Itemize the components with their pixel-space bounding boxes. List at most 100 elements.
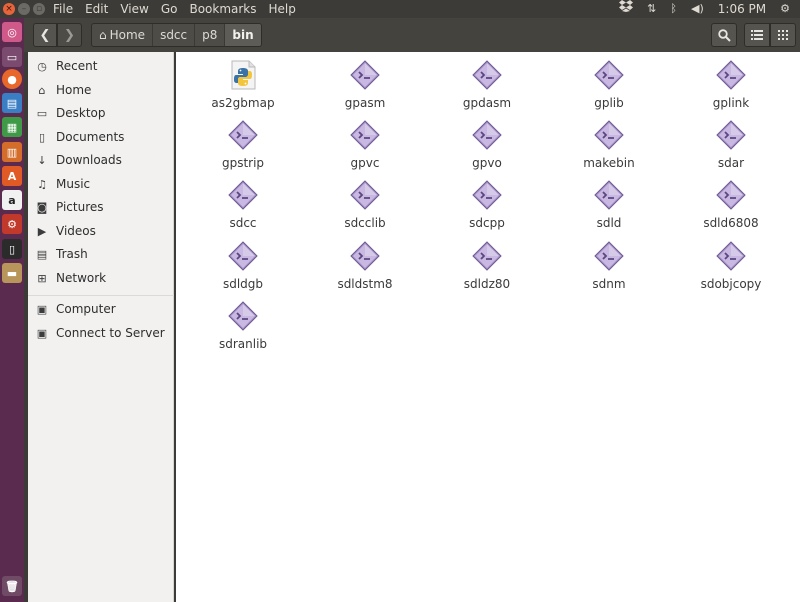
file-item[interactable]: sdld6808 [681, 172, 781, 230]
disk-icon[interactable]: ▬ [2, 263, 22, 283]
impress-icon[interactable]: ▥ [2, 142, 22, 162]
trash-icon: ▤ [36, 247, 48, 261]
sidebar-item-videos[interactable]: ▶ Videos [28, 220, 174, 242]
maximize-window-button[interactable]: ▫ [33, 3, 45, 15]
dropbox-icon[interactable] [619, 0, 634, 18]
breadcrumb-label: Home [109, 28, 146, 42]
breadcrumb-sdcc[interactable]: sdcc [153, 24, 196, 46]
file-item[interactable]: as2gbmap [193, 52, 293, 110]
file-item[interactable]: sdobjcopy [681, 233, 781, 291]
sidebar-item-computer[interactable]: ▣ Computer [28, 298, 174, 320]
executable-icon [715, 179, 747, 211]
sidebar-item-pictures[interactable]: ◙ Pictures [28, 196, 174, 218]
file-item[interactable]: gplib [559, 52, 659, 110]
executable-icon [227, 300, 259, 332]
file-item[interactable]: gpvc [315, 112, 415, 170]
file-item[interactable]: gpdasm [437, 52, 537, 110]
writer-icon[interactable]: ▤ [2, 93, 22, 113]
bluetooth-icon[interactable]: ᛒ [670, 0, 677, 18]
document-icon: ▯ [38, 130, 46, 144]
executable-icon [715, 240, 747, 272]
sidebar-item-downloads[interactable]: ↓ Downloads [28, 149, 174, 171]
sidebar-item-label: Pictures [56, 200, 104, 214]
sidebar-item-recent[interactable]: ◷ Recent [28, 55, 174, 77]
breadcrumb-home[interactable]: ⌂ Home [92, 24, 154, 46]
file-name: as2gbmap [211, 96, 275, 110]
menu-view[interactable]: View [120, 1, 148, 17]
search-icon [717, 28, 731, 42]
dash-icon[interactable]: ◎ [2, 22, 22, 42]
sidebar-item-network[interactable]: ⊞ Network [28, 267, 174, 289]
file-item[interactable]: sdldz80 [437, 233, 537, 291]
top-panel: × – ▫ File Edit View Go Bookmarks Help ⇅… [0, 0, 800, 18]
menu-edit[interactable]: Edit [85, 1, 108, 17]
file-item[interactable]: sdldgb [193, 233, 293, 291]
sidebar-item-documents[interactable]: ▯ Documents [28, 126, 174, 148]
files-icon[interactable]: ▭ [2, 47, 22, 67]
launcher: ◎ ▭ ● ▤ ▦ ▥ A a ⚙ ▯ ▬ 🗑 [0, 18, 24, 602]
breadcrumb-label: p8 [202, 28, 218, 42]
network-transfer-icon[interactable]: ⇅ [647, 0, 656, 18]
menu-file[interactable]: File [53, 1, 73, 17]
file-item[interactable]: sdnm [559, 233, 659, 291]
sidebar-item-music[interactable]: ♫ Music [28, 173, 174, 195]
menu-help[interactable]: Help [269, 1, 296, 17]
executable-icon [227, 179, 259, 211]
sidebar-item-label: Recent [56, 59, 98, 73]
list-view-button[interactable] [744, 23, 770, 47]
file-item[interactable]: sdcc [193, 172, 293, 230]
sidebar-item-trash[interactable]: ▤ Trash [28, 243, 174, 265]
breadcrumb-label: bin [232, 28, 254, 42]
menu-bookmarks[interactable]: Bookmarks [189, 1, 256, 17]
breadcrumb-p8[interactable]: p8 [195, 24, 226, 46]
volume-icon[interactable]: ◀) [691, 0, 704, 18]
breadcrumb-bin[interactable]: bin [225, 24, 261, 46]
executable-icon [471, 119, 503, 151]
file-item[interactable]: sdcpp [437, 172, 537, 230]
firefox-icon[interactable]: ● [2, 69, 22, 89]
file-item[interactable]: sdcclib [315, 172, 415, 230]
menu-go[interactable]: Go [161, 1, 178, 17]
software-center-icon[interactable]: A [2, 166, 22, 186]
executable-icon [593, 119, 625, 151]
file-item[interactable]: sdranlib [193, 293, 293, 351]
file-item[interactable]: sdldstm8 [315, 233, 415, 291]
gear-icon[interactable]: ⚙ [780, 0, 790, 18]
breadcrumb-label: sdcc [160, 28, 188, 42]
system-indicators: ⇅ ᛒ ◀) 1:06 PM ⚙ [619, 0, 800, 18]
network-icon: ⊞ [37, 271, 47, 285]
menu-bar: File Edit View Go Bookmarks Help [53, 1, 296, 17]
file-item[interactable]: gpasm [315, 52, 415, 110]
download-icon: ↓ [37, 153, 47, 167]
file-item[interactable]: sdld [559, 172, 659, 230]
file-name: gpvo [472, 156, 502, 170]
minimize-window-button[interactable]: – [18, 3, 30, 15]
executable-icon [227, 119, 259, 151]
file-item[interactable]: gplink [681, 52, 781, 110]
sidebar-item-desktop[interactable]: ▭ Desktop [28, 102, 174, 124]
file-item[interactable]: gpvo [437, 112, 537, 170]
search-button[interactable] [711, 23, 737, 47]
file-item[interactable]: sdar [681, 112, 781, 170]
forward-button[interactable]: ❯ [57, 23, 82, 47]
sidebar-item-home[interactable]: ⌂ Home [28, 79, 174, 101]
back-button[interactable]: ❮ [33, 23, 57, 47]
file-item[interactable]: gpstrip [193, 112, 293, 170]
launcher-trash-icon[interactable]: 🗑 [2, 576, 22, 596]
file-item[interactable]: makebin [559, 112, 659, 170]
sidebar-item-label: Connect to Server [56, 326, 165, 340]
sidebar-divider [28, 295, 174, 296]
clock[interactable]: 1:06 PM [718, 0, 766, 18]
home-icon: ⌂ [38, 83, 46, 97]
terminal-icon[interactable]: ▯ [2, 239, 22, 259]
sidebar-item-connect-to-server[interactable]: ▣ Connect to Server [28, 322, 174, 344]
chevron-right-icon: ❯ [64, 27, 75, 43]
calc-icon[interactable]: ▦ [2, 117, 22, 137]
sidebar-item-label: Videos [56, 224, 96, 238]
executable-icon [227, 240, 259, 272]
header-bar: ❮ ❯ ⌂ Home sdcc p8 bin [24, 18, 800, 52]
amazon-icon[interactable]: a [2, 190, 22, 210]
grid-view-button[interactable] [770, 23, 796, 47]
settings-icon[interactable]: ⚙ [2, 214, 22, 234]
close-window-button[interactable]: × [3, 3, 15, 15]
